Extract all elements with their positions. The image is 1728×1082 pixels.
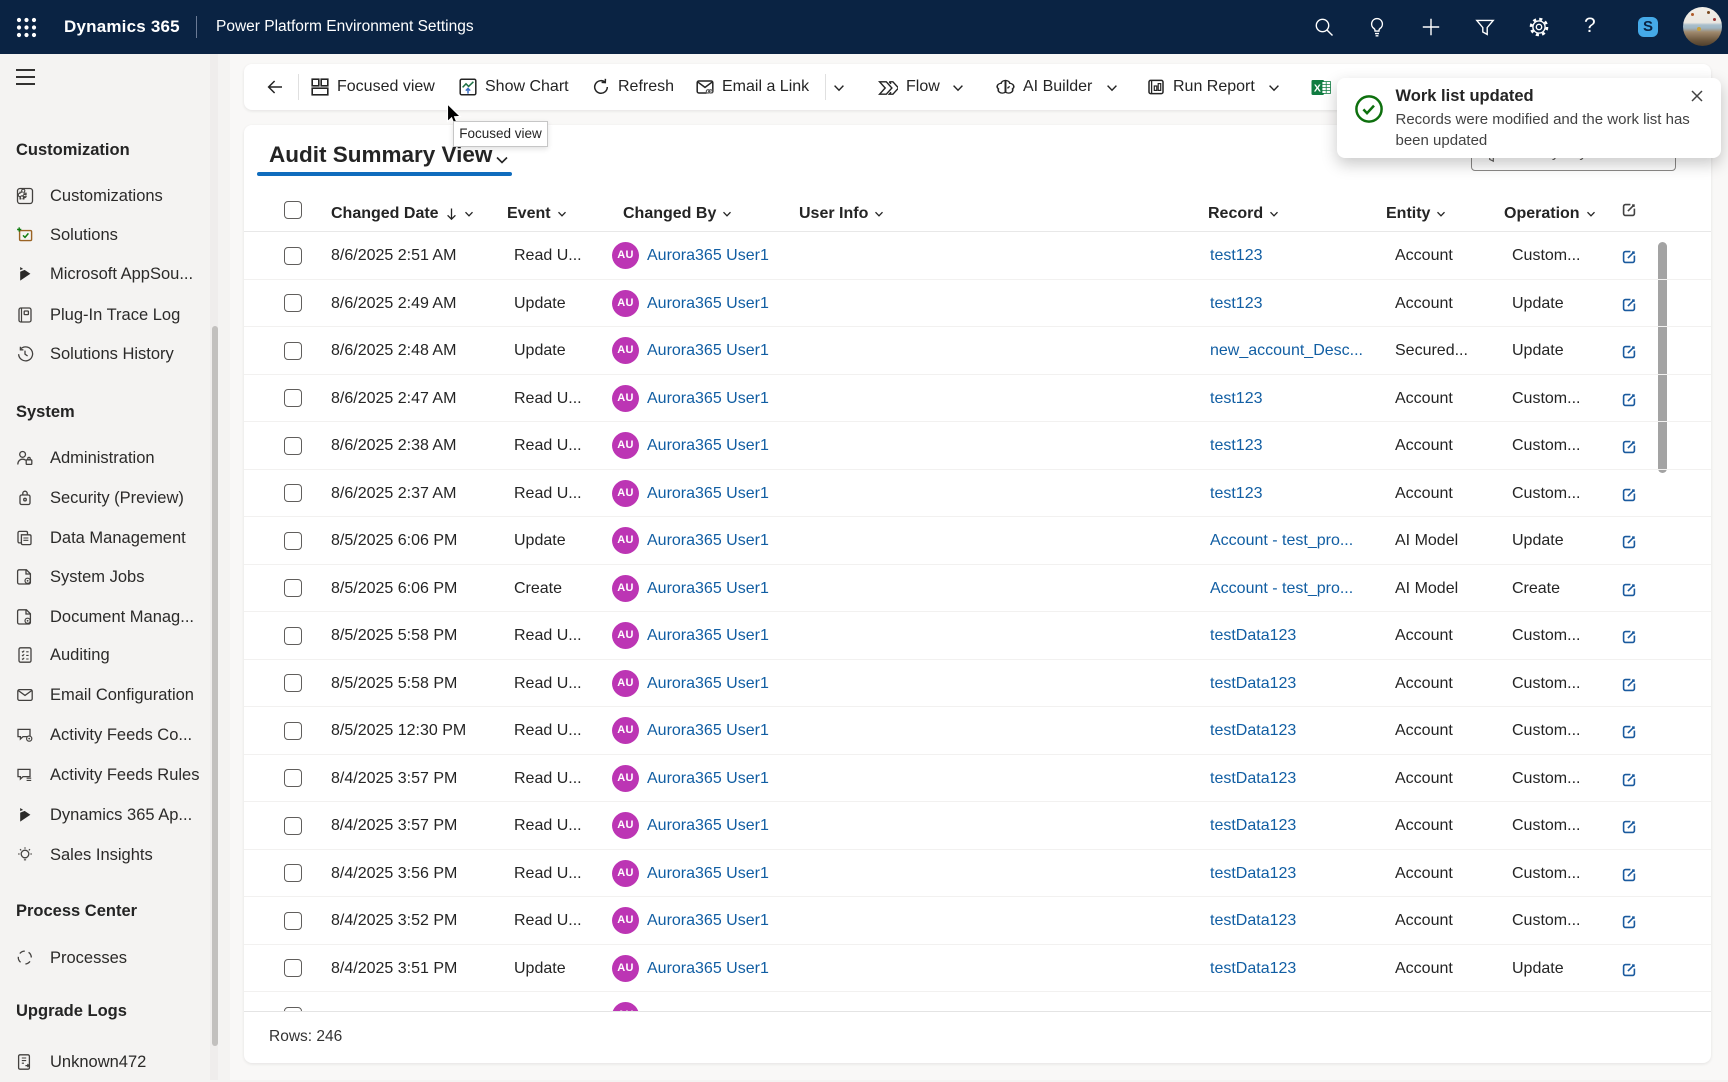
- svg-text:X: X: [1314, 82, 1321, 94]
